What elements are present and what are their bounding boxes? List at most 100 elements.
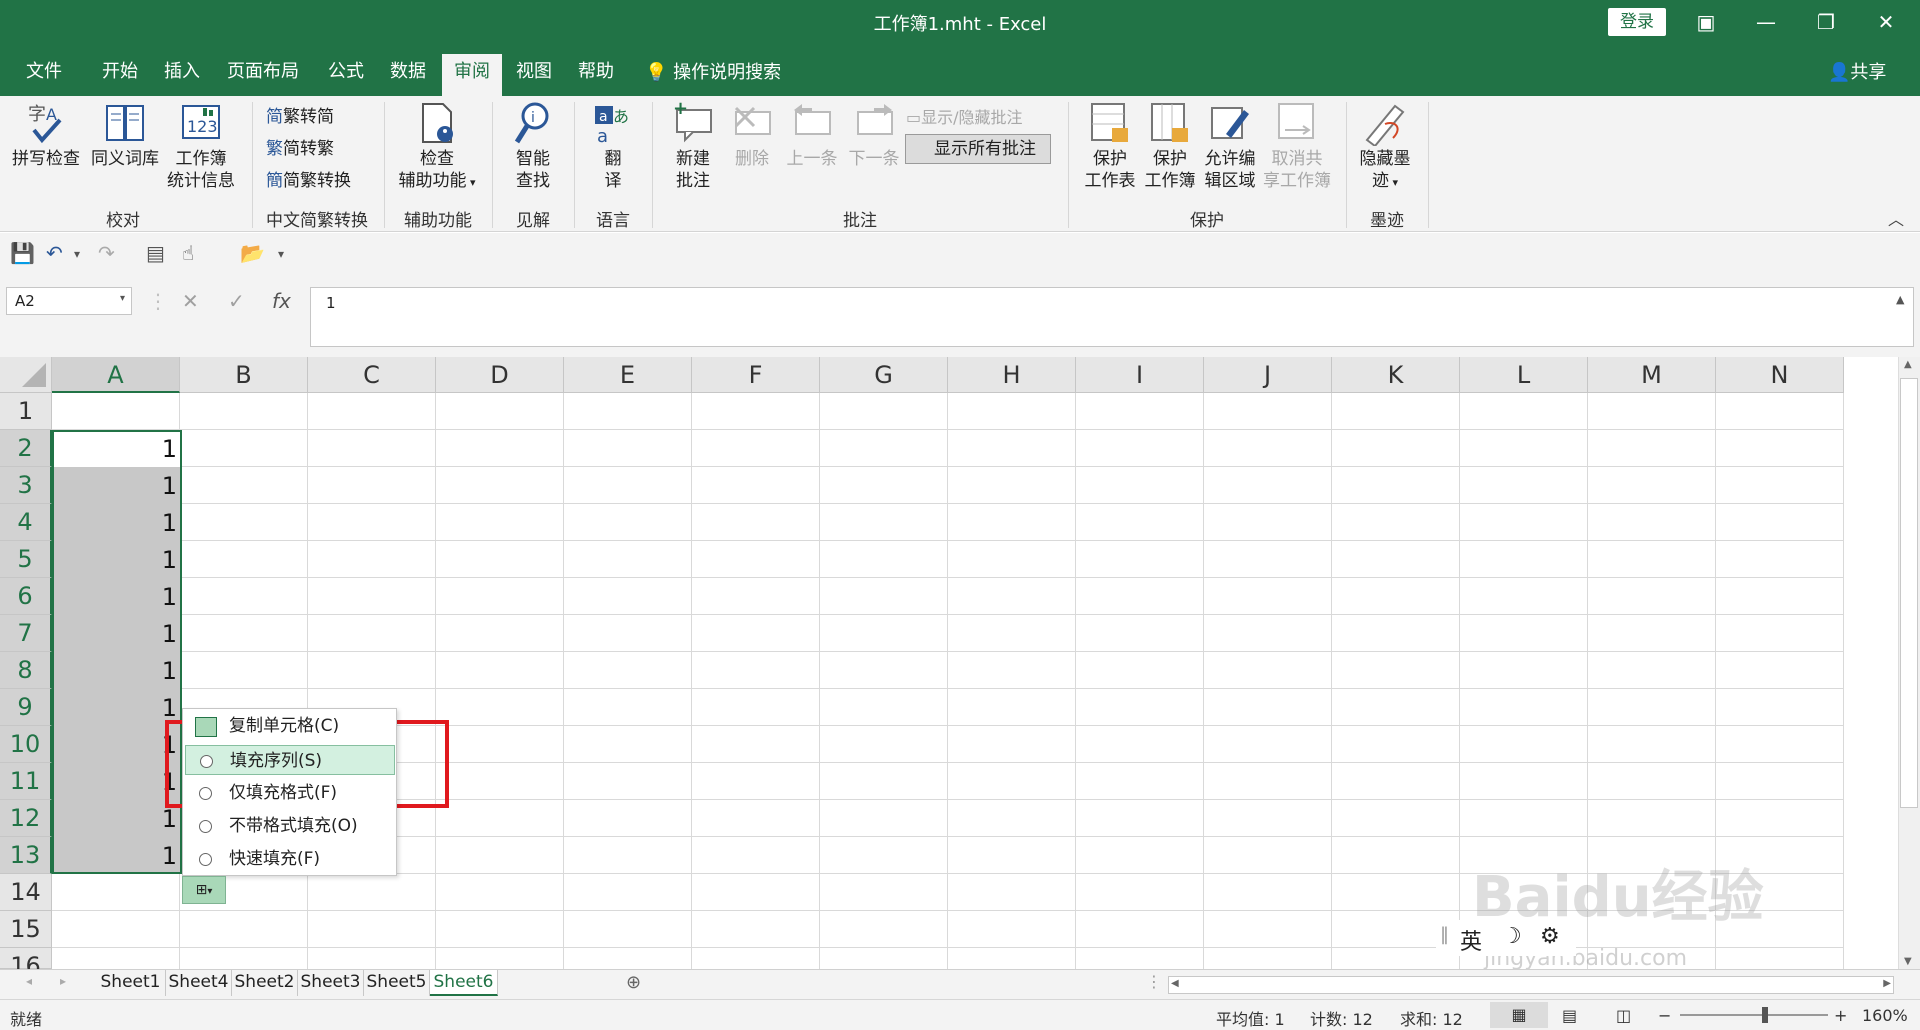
undo-icon[interactable]: ↶	[46, 241, 63, 265]
menu-item-flash-fill[interactable]: 快速填充(F)	[185, 844, 395, 874]
ime-moon-icon[interactable]: ☽	[1502, 924, 1522, 949]
sheet-tab-sheet5[interactable]: Sheet5	[364, 970, 430, 996]
ime-settings-icon[interactable]: ⚙	[1540, 924, 1560, 949]
unshare-workbook-button[interactable]: 取消共 享工作簿	[1260, 100, 1334, 192]
row-header-14[interactable]: 14	[0, 874, 52, 911]
tab-data[interactable]: 数据	[378, 54, 438, 96]
cell-a13[interactable]: 1	[53, 839, 181, 874]
close-icon[interactable]: ✕	[1856, 0, 1916, 44]
sheet-tab-sheet2[interactable]: Sheet2	[232, 970, 298, 996]
enter-icon[interactable]: ✓	[228, 289, 245, 313]
column-header-g[interactable]: G	[820, 357, 948, 393]
autofill-options-button[interactable]: ⊞▾	[182, 876, 226, 904]
trad-to-simp-button[interactable]: 简繁转简	[266, 102, 334, 127]
simp-to-trad-button[interactable]: 繁简转繁	[266, 134, 334, 159]
row-header-15[interactable]: 15	[0, 911, 52, 948]
menu-item-fill-without-formatting[interactable]: 不带格式填充(O)	[185, 811, 395, 841]
redo-icon[interactable]: ↷	[98, 241, 115, 265]
open-folder-icon[interactable]: 📂	[240, 241, 265, 265]
row-header-8[interactable]: 8	[0, 652, 52, 689]
insert-function-icon[interactable]: fx	[272, 289, 291, 313]
cell-a5[interactable]: 1	[53, 543, 181, 578]
next-sheet-icon[interactable]: ▸	[60, 974, 66, 988]
zoom-out-icon[interactable]: −	[1658, 1006, 1671, 1025]
split-handle-icon[interactable]: ⋮	[1146, 972, 1162, 991]
column-header-i[interactable]: I	[1076, 357, 1204, 393]
row-header-16[interactable]: 16	[0, 948, 52, 980]
zoom-in-icon[interactable]: +	[1834, 1006, 1847, 1025]
spell-check-button[interactable]: 字A 拼写检查	[8, 100, 84, 170]
column-header-c[interactable]: C	[308, 357, 436, 393]
sheet-tab-sheet6[interactable]: Sheet6	[430, 970, 498, 996]
zoom-slider[interactable]	[1680, 1014, 1828, 1016]
cell-a4[interactable]: 1	[53, 506, 181, 541]
smart-lookup-button[interactable]: i 智能 查找	[500, 100, 566, 192]
select-all-button[interactable]	[0, 357, 52, 393]
add-sheet-icon[interactable]: ⊕	[626, 972, 641, 993]
column-header-k[interactable]: K	[1332, 357, 1460, 393]
cell-a10[interactable]: 1	[53, 728, 181, 763]
ribbon-display-icon[interactable]: ▣	[1676, 0, 1736, 44]
name-box[interactable]: A2 ▾	[6, 287, 132, 315]
delete-comment-button[interactable]: 删除	[724, 100, 780, 170]
column-header-m[interactable]: M	[1588, 357, 1716, 393]
toggle-comment-button[interactable]: ▭显示/隐藏批注	[906, 104, 1023, 128]
row-header-7[interactable]: 7	[0, 615, 52, 652]
row-header-13[interactable]: 13	[0, 837, 52, 874]
zoom-level[interactable]: 160%	[1862, 1006, 1908, 1025]
ime-language[interactable]: 英	[1460, 924, 1482, 956]
sheet-tab-sheet3[interactable]: Sheet3	[298, 970, 364, 996]
restore-icon[interactable]: ❐	[1796, 0, 1856, 44]
thesaurus-button[interactable]: 同义词库	[86, 100, 164, 170]
protect-sheet-button[interactable]: 保护 工作表	[1080, 100, 1140, 192]
collapse-formula-bar-icon[interactable]: ▲	[1896, 293, 1904, 306]
normal-view-icon[interactable]: ▦	[1490, 1002, 1548, 1028]
cell-a2[interactable]: 1	[53, 432, 181, 467]
vertical-scroll-thumb[interactable]	[1900, 378, 1918, 808]
column-header-b[interactable]: B	[180, 357, 308, 393]
zoom-slider-thumb[interactable]	[1762, 1007, 1768, 1023]
menu-item-fill-formatting-only[interactable]: 仅填充格式(F)	[185, 778, 395, 808]
row-header-5[interactable]: 5	[0, 541, 52, 578]
column-header-n[interactable]: N	[1716, 357, 1844, 393]
hide-ink-button[interactable]: 隐藏墨 迹 ▾	[1354, 100, 1416, 194]
row-header-12[interactable]: 12	[0, 800, 52, 837]
new-comment-button[interactable]: + 新建 批注	[660, 100, 726, 192]
menu-item-fill-series[interactable]: 填充序列(S)	[185, 745, 395, 775]
tab-view[interactable]: 视图	[504, 54, 564, 96]
check-accessibility-button[interactable]: 检查 辅助功能 ▾	[392, 100, 482, 194]
scroll-left-icon[interactable]: ◀	[1171, 978, 1179, 989]
page-break-view-icon[interactable]: ◫	[1616, 1006, 1631, 1025]
tab-home[interactable]: 开始	[90, 54, 150, 96]
next-comment-button[interactable]: 下一条	[842, 100, 906, 170]
protect-workbook-button[interactable]: 保护 工作簿	[1140, 100, 1200, 192]
cell-a7[interactable]: 1	[53, 617, 181, 652]
ime-grip-icon[interactable]: ‖	[1440, 924, 1449, 945]
row-header-2[interactable]: 2	[0, 430, 52, 467]
chevron-down-icon[interactable]: ▾	[74, 247, 80, 261]
scroll-down-icon[interactable]: ▼	[1904, 956, 1912, 967]
allow-edit-ranges-button[interactable]: 允许编 辑区域	[1200, 100, 1260, 192]
row-header-3[interactable]: 3	[0, 467, 52, 504]
previous-comment-button[interactable]: 上一条	[780, 100, 844, 170]
login-button[interactable]: 登录	[1608, 8, 1666, 36]
cell-a8[interactable]: 1	[53, 654, 181, 689]
collapse-ribbon-icon[interactable]: ︿	[1888, 206, 1904, 230]
tab-review[interactable]: 审阅	[442, 54, 502, 96]
customize-qat-icon[interactable]: ▾	[278, 247, 284, 261]
column-header-a[interactable]: A	[52, 357, 180, 393]
cell-a12[interactable]: 1	[53, 802, 181, 837]
show-all-comments-button[interactable]: 显示所有批注	[905, 134, 1051, 164]
column-header-f[interactable]: F	[692, 357, 820, 393]
column-header-l[interactable]: L	[1460, 357, 1588, 393]
cell-a9[interactable]: 1	[53, 691, 181, 726]
column-header-e[interactable]: E	[564, 357, 692, 393]
scroll-right-icon[interactable]: ▶	[1883, 978, 1891, 989]
scroll-up-icon[interactable]: ▲	[1904, 359, 1912, 370]
menu-item-copy-cells[interactable]: 复制单元格(C)	[185, 711, 395, 741]
cell-a3[interactable]: 1	[53, 469, 181, 504]
horizontal-scrollbar[interactable]: ◀ ▶	[1168, 976, 1894, 994]
save-icon[interactable]: 💾	[10, 241, 35, 265]
cell-a6[interactable]: 1	[53, 580, 181, 615]
touch-mode-icon[interactable]: ☝	[182, 241, 194, 265]
